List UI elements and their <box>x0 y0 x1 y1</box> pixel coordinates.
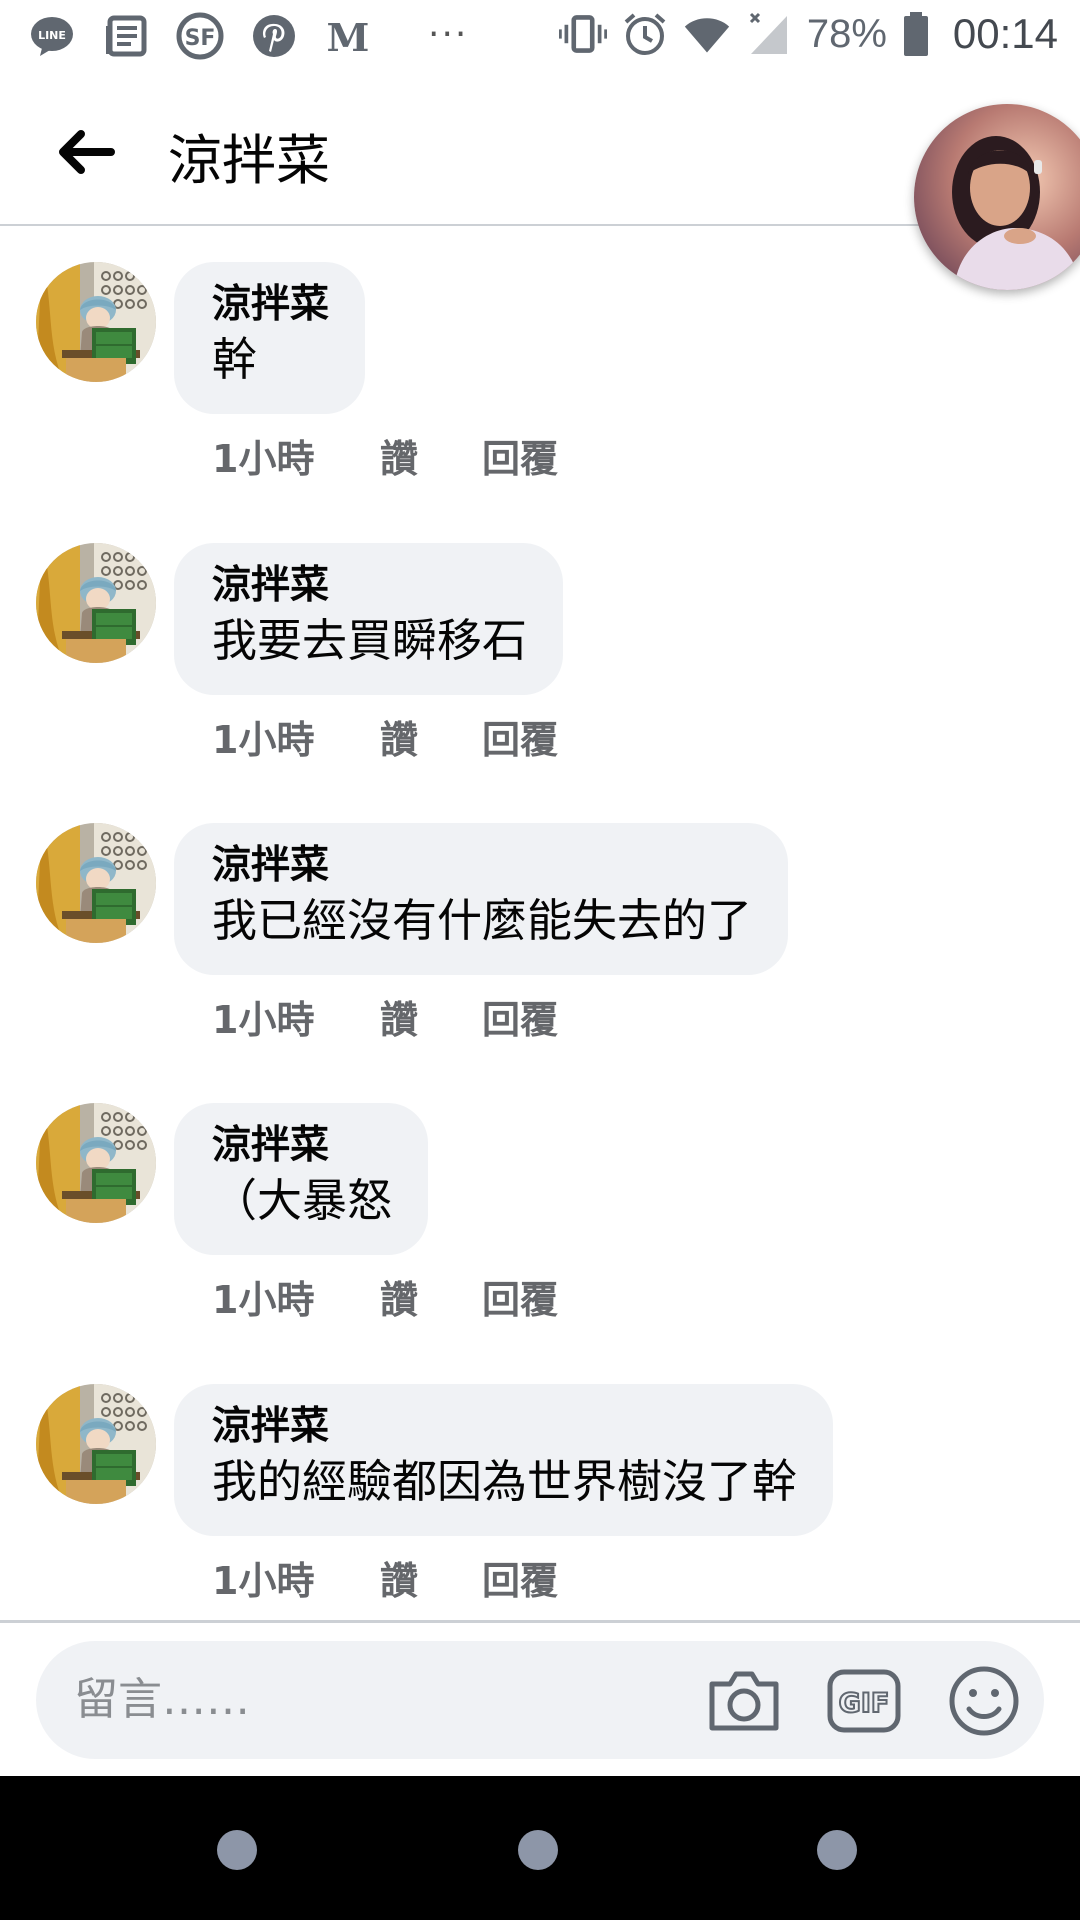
battery-percent: 78% <box>806 11 887 56</box>
comment-text: 我已經沒有什麼能失去的了 <box>212 894 753 947</box>
comment-author[interactable]: 涼拌菜 <box>212 1121 392 1171</box>
system-icons: 78% 00:14 <box>558 10 1058 58</box>
gif-button[interactable]: GIF <box>826 1663 902 1739</box>
comment-item: 涼拌菜 我已經沒有什麼能失去的了 1小時 讚 回覆 <box>0 823 1080 1073</box>
comment-author[interactable]: 涼拌菜 <box>212 841 752 891</box>
comment-bubble[interactable]: 涼拌菜 （大暴怒 <box>174 1103 429 1255</box>
sf-icon: SF <box>176 12 224 60</box>
comment-composer: GIF <box>0 1620 1080 1776</box>
line-icon-text: LINE <box>38 29 66 42</box>
reply-button[interactable]: 回覆 <box>482 1269 558 1324</box>
comment-bubble[interactable]: 涼拌菜 我要去買瞬移石 <box>174 543 564 695</box>
avatar[interactable] <box>36 543 156 663</box>
reply-button[interactable]: 回覆 <box>482 709 558 764</box>
comment-actions: 1小時 讚 回覆 <box>212 1269 558 1324</box>
comment-bubble[interactable]: 涼拌菜 我的經驗都因為世界樹沒了幹 <box>174 1384 834 1536</box>
comment-item: 涼拌菜 幹 1小時 讚 回覆 <box>0 262 1080 512</box>
comment-actions: 1小時 讚 回覆 <box>212 709 558 764</box>
medium-icon: M <box>324 12 372 60</box>
reply-button[interactable]: 回覆 <box>482 989 558 1044</box>
comment-timestamp: 1小時 <box>212 718 315 762</box>
gif-icon: GIF <box>827 1669 901 1733</box>
pinterest-icon <box>250 12 298 60</box>
alarm-icon <box>621 10 669 58</box>
vibrate-icon <box>558 10 607 58</box>
comment-actions: 1小時 讚 回覆 <box>212 989 558 1044</box>
status-bar: LINE SF M ··· 78% 00:14 <box>0 0 1080 78</box>
line-icon: LINE <box>28 12 76 60</box>
reply-button[interactable]: 回覆 <box>482 428 558 483</box>
comment-text: （大暴怒 <box>212 1174 393 1227</box>
comment-input[interactable] <box>74 1671 634 1727</box>
comment-text: 我的經驗都因為世界樹沒了幹 <box>212 1455 798 1508</box>
like-button[interactable]: 讚 <box>380 1550 482 1605</box>
medium-icon-text: M <box>327 16 370 60</box>
page-title: 涼拌菜 <box>168 129 330 192</box>
comment-item: 涼拌菜 我要去買瞬移石 1小時 讚 回覆 <box>0 543 1080 793</box>
comment-timestamp: 1小時 <box>212 1278 315 1322</box>
comment-bubble[interactable]: 涼拌菜 幹 <box>174 262 366 414</box>
comment-timestamp: 1小時 <box>212 437 315 481</box>
more-notifications-icon: ··· <box>428 14 469 55</box>
nav-recents-button[interactable] <box>817 1830 857 1870</box>
smiley-icon <box>949 1666 1019 1736</box>
comment-actions: 1小時 讚 回覆 <box>212 1550 558 1605</box>
signal-icon <box>745 10 793 58</box>
nav-home-button[interactable] <box>518 1830 558 1870</box>
clock: 00:14 <box>952 10 1058 57</box>
arrow-left-icon <box>59 130 115 174</box>
news-icon <box>102 12 150 60</box>
battery-icon <box>901 10 931 58</box>
comment-item: 涼拌菜 我的經驗都因為世界樹沒了幹 1小時 讚 回覆 <box>0 1384 1080 1634</box>
comment-text: 幹 <box>212 333 258 386</box>
composer-bar: GIF <box>36 1641 1044 1759</box>
comment-timestamp: 1小時 <box>212 1559 315 1603</box>
back-button[interactable] <box>50 122 120 182</box>
reply-button[interactable]: 回覆 <box>482 1550 558 1605</box>
avatar[interactable] <box>36 823 156 943</box>
like-button[interactable]: 讚 <box>380 709 482 764</box>
like-button[interactable]: 讚 <box>380 989 482 1044</box>
nav-back-button[interactable] <box>217 1830 257 1870</box>
comment-actions: 1小時 讚 回覆 <box>212 428 558 483</box>
wifi-icon <box>683 10 731 58</box>
like-button[interactable]: 讚 <box>380 428 482 483</box>
notification-icons: LINE SF M <box>28 12 372 60</box>
avatar[interactable] <box>36 1384 156 1504</box>
camera-icon <box>709 1671 779 1731</box>
gif-label: GIF <box>839 1688 890 1719</box>
comment-timestamp: 1小時 <box>212 998 315 1042</box>
comment-author[interactable]: 涼拌菜 <box>212 561 527 611</box>
comment-author[interactable]: 涼拌菜 <box>212 280 329 330</box>
camera-button[interactable] <box>706 1663 782 1739</box>
comment-author[interactable]: 涼拌菜 <box>212 1402 797 1452</box>
avatar[interactable] <box>36 1103 156 1223</box>
comment-item: 涼拌菜 （大暴怒 1小時 讚 回覆 <box>0 1103 1080 1353</box>
sf-icon-text: SF <box>185 26 216 51</box>
system-nav-bar <box>0 1776 1080 1920</box>
comment-bubble[interactable]: 涼拌菜 我已經沒有什麼能失去的了 <box>174 823 789 975</box>
sticker-button[interactable] <box>946 1663 1022 1739</box>
avatar[interactable] <box>36 262 156 382</box>
comment-text: 我要去買瞬移石 <box>212 614 528 667</box>
like-button[interactable]: 讚 <box>380 1269 482 1324</box>
